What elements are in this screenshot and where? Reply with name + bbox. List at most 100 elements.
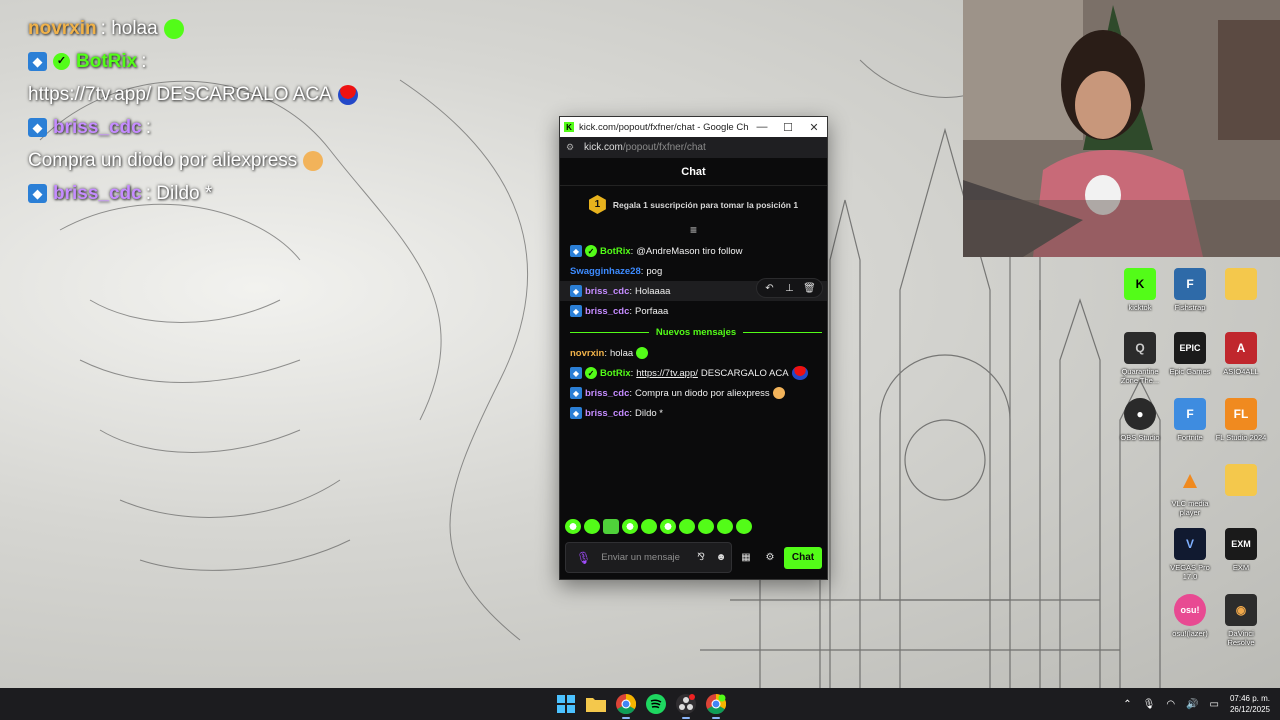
osu-icon: osu! xyxy=(1174,594,1206,626)
chat-message[interactable]: novrxin: holaa xyxy=(570,343,827,363)
desktop-icon-fl-studio[interactable]: FL FL Studio 2024 xyxy=(1215,398,1267,442)
chat-username[interactable]: briss_cdc xyxy=(585,388,629,399)
chat-message[interactable]: ◆ briss_cdc: Porfaaa xyxy=(570,301,827,321)
desktop-icon-folder[interactable] xyxy=(1215,268,1267,303)
chevron-up-icon[interactable]: ⌃ xyxy=(1123,699,1131,710)
obs-taskbar-icon[interactable] xyxy=(675,693,697,719)
collapse-icon[interactable]: ≡ xyxy=(560,223,827,237)
fl-studio-icon: FL xyxy=(1225,398,1257,430)
chat-username[interactable]: briss_cdc xyxy=(585,408,629,419)
subscriber-badge-icon: ◆ xyxy=(570,387,582,399)
overlay-message: ◆ briss_cdc : Compra un diodo por aliexp… xyxy=(28,111,408,177)
desktop-icon-asio4all[interactable]: A ASIO4ALL xyxy=(1215,332,1267,376)
site-info-icon[interactable]: ⚙ xyxy=(566,142,576,153)
emoji-icon[interactable]: ☻ xyxy=(711,552,731,563)
chat-link[interactable]: https://7tv.app/ xyxy=(636,368,698,379)
emote-icon[interactable] xyxy=(622,518,638,534)
desktop-icon-fortnite[interactable]: F Fortnite xyxy=(1164,398,1216,442)
send-chat-button[interactable]: Chat xyxy=(784,546,822,569)
message-input[interactable]: 🎙 Enviar un mensaje ⅋ ☻ xyxy=(565,542,732,573)
emote-icon[interactable] xyxy=(698,518,714,534)
desktop-icon-epic-games[interactable]: EPIC Epic Games xyxy=(1164,332,1216,376)
rank-badge-icon: 1 xyxy=(588,195,606,214)
chat-popout-window[interactable]: K kick.com/popout/fxfner/chat - Google C… xyxy=(559,116,828,580)
volume-icon[interactable]: 🔊 xyxy=(1186,699,1198,710)
chrome-profile-icon[interactable] xyxy=(705,693,727,719)
chat-username[interactable]: briss_cdc xyxy=(585,286,629,297)
verified-badge-icon: ✓ xyxy=(585,367,597,379)
settings-gear-icon[interactable]: ⚙ xyxy=(760,552,780,563)
chat-message[interactable]: ◆ briss_cdc: Compra un diodo por aliexpr… xyxy=(570,383,827,403)
microphone-tray-icon[interactable]: 🎙 xyxy=(1143,699,1156,710)
subscriber-badge-icon: ◆ xyxy=(570,407,582,419)
reply-icon[interactable]: ↶ xyxy=(761,283,778,294)
emote-icon[interactable] xyxy=(679,518,695,534)
chat-message[interactable]: ◆ ✓ BotRix: https://7tv.app/ DESCARGALO … xyxy=(570,363,827,383)
kicktok-icon: K xyxy=(1124,268,1156,300)
chat-username[interactable]: novrxin xyxy=(570,348,604,359)
emote-icon[interactable] xyxy=(641,518,657,534)
chat-username[interactable]: BotRix xyxy=(600,368,631,379)
desktop-icon-quarantine-zone[interactable]: Q Quarantine Zone The... xyxy=(1114,332,1166,385)
battery-icon[interactable]: ▭ xyxy=(1210,699,1219,710)
emote-icon[interactable] xyxy=(736,518,752,534)
desktop-icon-exm[interactable]: EXM EXM xyxy=(1215,528,1267,572)
translate-icon[interactable]: ⅋ xyxy=(691,552,711,563)
chat-username[interactable]: BotRix xyxy=(600,246,631,257)
system-tray: ⌃ 🎙 ◠ 🔊 ▭ 07:46 p. m. 26/12/2025 xyxy=(1123,693,1270,715)
clock[interactable]: 07:46 p. m. 26/12/2025 xyxy=(1230,693,1270,715)
close-icon[interactable]: ✕ xyxy=(801,121,827,134)
maximize-icon[interactable]: ☐ xyxy=(775,121,801,134)
chat-message[interactable]: ◆ briss_cdc: Holaaaa ↶ ⊥ 🗑 xyxy=(560,278,827,301)
overlay-text: https://7tv.app/ DESCARGALO ACA xyxy=(28,84,332,105)
desktop-icon-vegas-pro[interactable]: V VEGAS Pro 17.0 xyxy=(1164,528,1216,581)
window-titlebar[interactable]: K kick.com/popout/fxfner/chat - Google C… xyxy=(560,117,827,137)
chat-text: DESCARGALO ACA xyxy=(700,367,789,379)
file-explorer-icon[interactable] xyxy=(585,693,607,715)
desktop-icon-kicktok[interactable]: K kicktok xyxy=(1114,268,1166,312)
desktop-icon-label: Epic Games xyxy=(1169,367,1211,376)
chat-message[interactable]: ◆ briss_cdc: Dildo * xyxy=(570,403,827,423)
spotify-icon[interactable] xyxy=(645,693,667,715)
chat-messages: ◆ ✓ BotRix: @AndreMason tiro follow Swag… xyxy=(560,237,827,423)
chat-username[interactable]: briss_cdc xyxy=(585,306,629,317)
desktop-icon-obs[interactable]: ● OBS Studio xyxy=(1114,398,1166,442)
chat-username[interactable]: Swagginhaze28 xyxy=(570,266,641,277)
emote-icon[interactable] xyxy=(603,518,619,534)
windows-start-icon[interactable] xyxy=(555,693,577,715)
store-icon[interactable]: ▦ xyxy=(736,552,756,563)
chrome-icon[interactable] xyxy=(615,693,637,719)
minimize-icon[interactable]: — xyxy=(749,121,775,133)
desktop-icon-folder-2[interactable] xyxy=(1215,464,1267,499)
emote-icon[interactable] xyxy=(584,518,600,534)
santa-emote-icon xyxy=(791,366,808,380)
delete-icon[interactable]: 🗑 xyxy=(801,283,818,294)
desktop-icon-davinci[interactable]: ◉ DaVinci Resolve xyxy=(1215,594,1267,647)
pin-icon[interactable]: ⊥ xyxy=(781,283,798,294)
microphone-icon[interactable]: 🎙 xyxy=(576,551,591,565)
desktop-icon-vlc[interactable]: ▲ VLC media player xyxy=(1164,464,1216,517)
message-actions: ↶ ⊥ 🗑 xyxy=(756,278,823,298)
subscriber-badge-icon: ◆ xyxy=(570,285,582,297)
chat-message[interactable]: ◆ ✓ BotRix: @AndreMason tiro follow xyxy=(570,241,827,261)
clock-time: 07:46 p. m. xyxy=(1229,694,1270,703)
stream-chat-overlay: novrxin : holaa ◆ ✓ BotRix : https://7tv… xyxy=(28,12,408,210)
desktop-icon-osu[interactable]: osu! osu!(lazer) xyxy=(1164,594,1216,638)
folder-icon xyxy=(1225,268,1257,300)
address-bar[interactable]: ⚙ kick.com/popout/fxfner/chat xyxy=(560,137,827,158)
emote-icon[interactable] xyxy=(565,518,581,534)
separator: : xyxy=(629,407,633,419)
santa-emote-icon xyxy=(337,84,358,105)
new-messages-label: Nuevos mensajes xyxy=(655,326,737,338)
emote-icon[interactable] xyxy=(660,518,676,534)
quick-emote-bar xyxy=(565,517,752,535)
chat-text: pog xyxy=(646,265,663,277)
desktop-icon-label: FL Studio 2024 xyxy=(1215,433,1267,442)
desktop-icon-fishstrap[interactable]: F Fishstrap xyxy=(1164,268,1216,312)
chat-text: @AndreMason tiro follow xyxy=(636,245,743,257)
desktop-icon-label: EXM xyxy=(1232,563,1250,572)
pinned-gift-banner[interactable]: 1 Regala 1 suscripción para tomar la pos… xyxy=(560,186,827,223)
taskbar-apps xyxy=(555,693,727,719)
emote-icon[interactable] xyxy=(717,518,733,534)
wifi-icon[interactable]: ◠ xyxy=(1166,699,1175,710)
